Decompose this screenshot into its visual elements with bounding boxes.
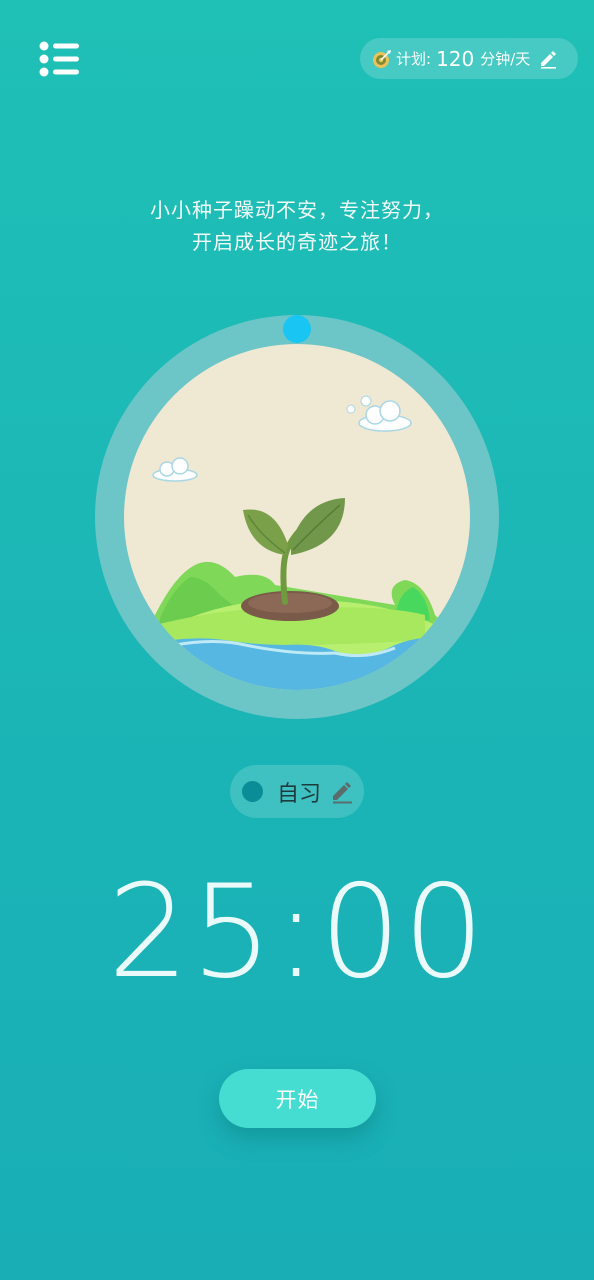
tag-color-dot bbox=[242, 781, 263, 802]
plan-minutes: 120 bbox=[436, 46, 475, 71]
progress-knob[interactable] bbox=[283, 315, 311, 343]
focus-dial bbox=[95, 315, 499, 719]
countdown-timer: 25:00 bbox=[107, 858, 487, 1007]
list-menu-icon bbox=[39, 41, 79, 77]
plan-label: 计划: bbox=[396, 50, 432, 68]
start-button[interactable]: 开始 bbox=[219, 1069, 376, 1128]
target-icon bbox=[373, 49, 391, 68]
pencil-icon bbox=[541, 50, 557, 69]
slogan-line-2: 开启成长的奇迹之旅！ bbox=[192, 230, 402, 254]
pencil-icon bbox=[333, 781, 353, 803]
motivation-slogan: 小小种子躁动不安，专注努力， 开启成长的奇迹之旅！ bbox=[0, 194, 594, 258]
menu-button[interactable] bbox=[36, 38, 84, 82]
plan-unit: 分钟/天 bbox=[480, 50, 531, 68]
task-tag-button[interactable]: 自习 bbox=[230, 765, 364, 818]
daily-plan-button[interactable]: 计划: 120 分钟/天 bbox=[360, 38, 578, 79]
slogan-line-1: 小小种子躁动不安，专注努力， bbox=[150, 198, 444, 222]
tag-label: 自习 bbox=[277, 781, 322, 807]
